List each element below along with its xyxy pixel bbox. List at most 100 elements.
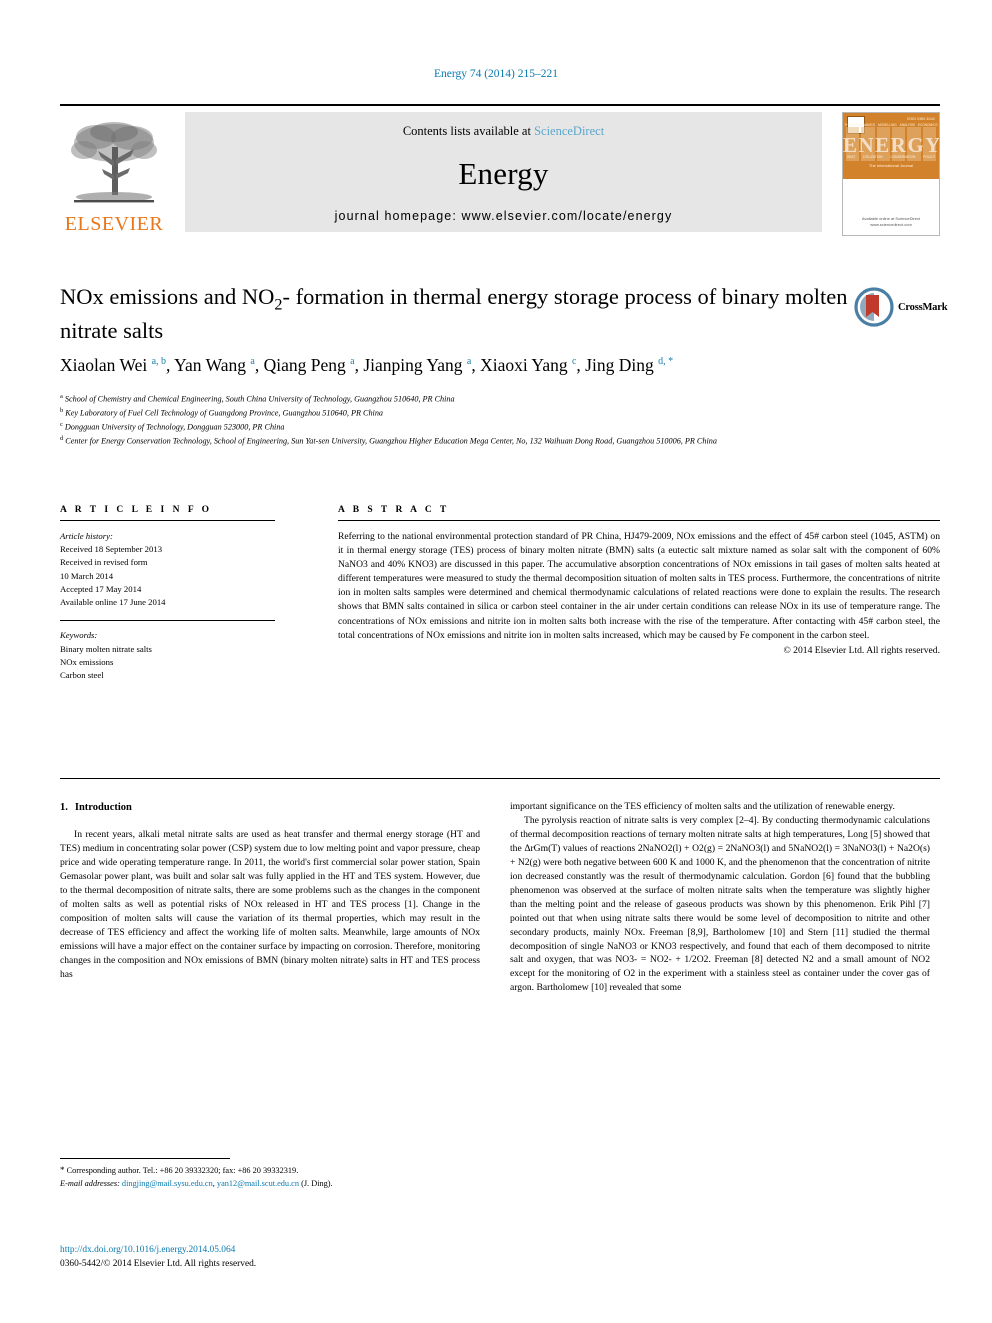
section-title: Introduction bbox=[74, 802, 132, 813]
body-column-right: important significance on the TES effici… bbox=[510, 800, 930, 995]
affiliation-text: Key Laboratory of Fuel Cell Technology o… bbox=[65, 408, 384, 418]
paragraph: In recent years, alkali metal nitrate sa… bbox=[60, 829, 480, 980]
divider bbox=[338, 520, 940, 521]
affiliation-mark: d bbox=[60, 435, 64, 443]
email-link-1[interactable]: dingjing@mail.sysu.edu.cn bbox=[122, 1179, 213, 1188]
author-name: Jing Ding bbox=[585, 355, 654, 375]
keywords-block: Keywords: Binary molten nitrate salts NO… bbox=[60, 629, 275, 682]
email-line: E-mail addresses: dingjing@mail.sysu.edu… bbox=[60, 1179, 333, 1189]
divider bbox=[60, 778, 940, 779]
crossmark-label: CrossMark bbox=[898, 301, 948, 313]
paragraph: important significance on the TES effici… bbox=[510, 801, 895, 812]
affiliation-item: b Key Laboratory of Fuel Cell Technology… bbox=[60, 406, 940, 420]
sciencedirect-link[interactable]: ScienceDirect bbox=[534, 124, 604, 138]
paragraph: The pyrolysis reaction of nitrate salts … bbox=[510, 814, 930, 994]
article-info-heading: A R T I C L E I N F O bbox=[60, 505, 213, 515]
keywords-label: Keywords: bbox=[60, 630, 98, 641]
cover-label: ECONOMICS bbox=[917, 123, 938, 127]
elsevier-tree-icon bbox=[71, 122, 157, 203]
history-item: Received 18 September 2013 bbox=[60, 544, 163, 555]
journal-title: Energy bbox=[458, 156, 549, 191]
affiliation-mark: c bbox=[60, 421, 63, 429]
running-head: Energy 74 (2014) 215–221 bbox=[433, 68, 559, 80]
affiliation-item: a School of Chemistry and Chemical Engin… bbox=[60, 392, 940, 406]
corresponding-author-text: Corresponding author. Tel.: +86 20 39332… bbox=[66, 1166, 299, 1175]
affiliation-mark: b bbox=[60, 407, 64, 415]
author-marks: a bbox=[250, 356, 255, 368]
affiliation-mark: a bbox=[60, 393, 63, 400]
email-suffix: (J. Ding). bbox=[301, 1179, 333, 1189]
abstract-heading: A B S T R A C T bbox=[338, 505, 450, 515]
author-name: Xiaolan Wei bbox=[60, 355, 148, 375]
journal-homepage-line[interactable]: journal homepage: www.elsevier.com/locat… bbox=[185, 209, 822, 223]
elsevier-wordmark: ELSEVIER bbox=[64, 213, 164, 235]
author-marks: c bbox=[571, 356, 577, 368]
history-item: Received in revised form bbox=[60, 557, 148, 568]
affiliation-item: c Dongguan University of Technology, Don… bbox=[60, 420, 940, 434]
author-name: Jianping Yang bbox=[363, 355, 463, 375]
affiliation-text: Center for Energy Conservation Technolog… bbox=[65, 436, 717, 446]
paper-page: Energy 74 (2014) 215–221 ELSEVIER Conten… bbox=[0, 0, 992, 1323]
contents-available-line: Contents lists available at ScienceDirec… bbox=[185, 124, 822, 139]
journal-masthead: ELSEVIER Contents lists available at Sci… bbox=[60, 104, 940, 236]
journal-cover-thumbnail: ISSN 0360-5442 THERMODYNAMICS MODELLING … bbox=[842, 112, 940, 236]
keyword-item: Carbon steel bbox=[60, 669, 104, 680]
article-title-block: NOx emissions and NO2- formation in ther… bbox=[60, 282, 948, 346]
issn-copyright-line: 0360-5442/© 2014 Elsevier Ltd. All right… bbox=[60, 1259, 257, 1270]
author-name: Yan Wang bbox=[174, 355, 246, 375]
history-item: 10 March 2014 bbox=[60, 570, 114, 581]
author-name: Xiaoxi Yang bbox=[480, 355, 568, 375]
article-history: Article history: Received 18 September 2… bbox=[60, 530, 275, 609]
section-number: 1. bbox=[60, 802, 68, 813]
history-item: Available online 17 June 2014 bbox=[60, 597, 166, 608]
email-label: E-mail addresses: bbox=[60, 1179, 120, 1189]
corresponding-author-line: * Corresponding author. Tel.: +86 20 393… bbox=[60, 1163, 480, 1177]
keyword-item: Binary molten nitrate salts bbox=[60, 643, 152, 654]
corresponding-author-footnote: * Corresponding author. Tel.: +86 20 393… bbox=[60, 1163, 480, 1191]
cover-label: UTILIZATION bbox=[863, 155, 883, 159]
section-heading-introduction: 1. Introduction bbox=[60, 800, 480, 815]
cover-top-band: ISSN 0360-5442 THERMODYNAMICS MODELLING … bbox=[843, 113, 939, 179]
affiliation-text: School of Chemistry and Chemical Enginee… bbox=[64, 394, 455, 404]
cover-bottom-band: Available online at ScienceDirect www.sc… bbox=[843, 179, 939, 234]
cover-publisher-line: Available online at ScienceDirect www.sc… bbox=[861, 216, 921, 227]
cover-labels-top: THERMODYNAMICS MODELLING ANALYSIS ECONOM… bbox=[843, 123, 939, 127]
article-title: NOx emissions and NO2- formation in ther… bbox=[60, 284, 848, 344]
cover-subtitle: The International Journal bbox=[868, 163, 914, 168]
crossmark-badge[interactable]: CrossMark bbox=[854, 284, 948, 330]
divider bbox=[60, 620, 275, 622]
keyword-item: NOx emissions bbox=[60, 656, 114, 667]
masthead-center-panel: Contents lists available at ScienceDirec… bbox=[185, 112, 822, 232]
author-marks: d, * bbox=[658, 356, 674, 368]
author-marks: a bbox=[466, 356, 472, 368]
footnote-divider bbox=[60, 1158, 230, 1159]
history-item: Accepted 17 May 2014 bbox=[60, 583, 142, 594]
cover-label: MODELLING bbox=[877, 123, 897, 127]
cover-label: ANALYSIS bbox=[899, 123, 915, 127]
abstract-column: A B S T R A C T Referring to the nationa… bbox=[338, 505, 940, 656]
author-list: Xiaolan Wei a, b, Yan Wang a, Qiang Peng… bbox=[60, 355, 674, 375]
cover-label: POLICY bbox=[923, 155, 935, 159]
affiliation-item: d Center for Energy Conservation Technol… bbox=[60, 434, 940, 448]
affiliation-text: Dongguan University of Technology, Dongg… bbox=[64, 422, 285, 432]
body-column-left: 1. Introduction In recent years, alkali m… bbox=[60, 800, 480, 982]
crossmark-icon bbox=[854, 287, 894, 327]
article-info-column: A R T I C L E I N F O Article history: R… bbox=[60, 505, 275, 682]
cover-label: CONSERVATION bbox=[890, 155, 916, 159]
email-link-2[interactable]: yan12@mail.scut.edu.cn bbox=[217, 1179, 299, 1188]
cover-issn: ISSN 0360-5442 bbox=[907, 117, 935, 121]
divider bbox=[60, 520, 275, 521]
abstract-text: Referring to the national environmental … bbox=[338, 531, 940, 641]
cover-label: HEAT bbox=[846, 155, 856, 159]
abstract-copyright: © 2014 Elsevier Ltd. All rights reserved… bbox=[783, 644, 941, 656]
asterisk-icon: * bbox=[60, 1165, 65, 1175]
author-name: Qiang Peng bbox=[263, 355, 346, 375]
author-marks: a bbox=[350, 356, 355, 368]
author-marks: a, b bbox=[151, 356, 167, 368]
cover-label: THERMODYNAMICS bbox=[844, 123, 876, 127]
contents-prefix: Contents lists available at bbox=[402, 124, 535, 138]
doi-link[interactable]: http://dx.doi.org/10.1016/j.energy.2014.… bbox=[60, 1243, 540, 1257]
elsevier-logo: ELSEVIER bbox=[60, 112, 168, 234]
article-history-label: Article history: bbox=[60, 531, 113, 541]
affiliation-list: a School of Chemistry and Chemical Engin… bbox=[60, 392, 940, 448]
